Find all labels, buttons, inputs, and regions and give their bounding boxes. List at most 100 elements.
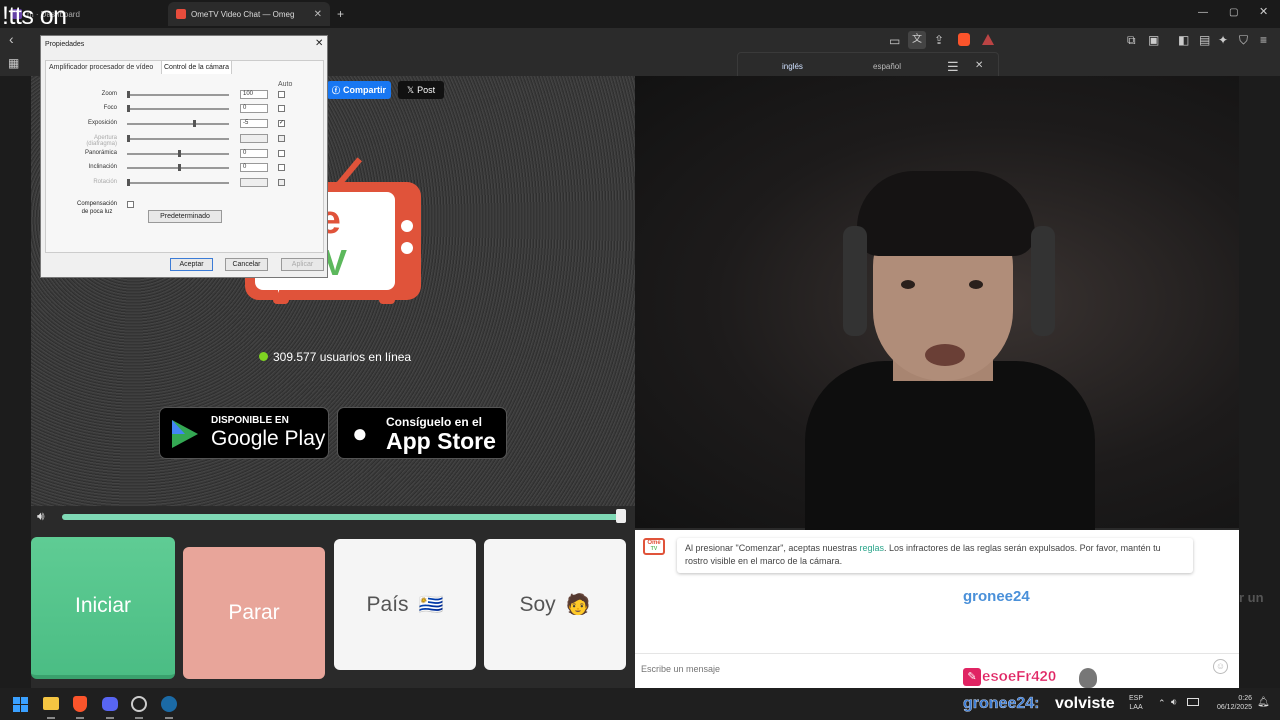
clock[interactable]: 0:26 06/12/2025 — [1208, 694, 1252, 712]
auto-checkbox[interactable] — [278, 91, 285, 98]
country-button[interactable]: País 🇺🇾 — [334, 539, 476, 670]
cancel-button[interactable]: Cancelar — [225, 258, 268, 271]
wallet-icon[interactable]: ▤ — [1199, 33, 1210, 47]
auto-checkbox[interactable] — [278, 105, 285, 112]
gender-button[interactable]: Soy 🧑 — [484, 539, 626, 670]
steam-icon[interactable] — [161, 696, 177, 712]
menu-icon[interactable]: ≡ — [1260, 33, 1267, 47]
slider-value-input[interactable]: 100 — [240, 90, 268, 99]
running-indicator — [47, 717, 55, 719]
slider-track[interactable] — [127, 105, 229, 112]
lowlight-checkbox[interactable] — [127, 201, 134, 208]
tab-icon[interactable]: ▣ — [1148, 33, 1159, 47]
stop-button[interactable]: Parar — [183, 547, 325, 679]
country-label: País — [366, 592, 409, 616]
vpn-icon[interactable]: ⛉ — [1239, 33, 1248, 47]
close-tab-icon[interactable]: ✕ — [314, 9, 322, 20]
volume-thumb[interactable] — [616, 509, 626, 523]
x-icon: 𝕏 — [406, 84, 415, 95]
headphone-left — [843, 226, 867, 336]
extensions-icon[interactable]: ⧉ — [1127, 33, 1136, 47]
camera-properties-dialog: Propiedades ✕ Amplificador procesador de… — [40, 35, 328, 278]
lang-top: ESP — [1129, 695, 1144, 702]
running-indicator — [165, 717, 173, 719]
message-input[interactable] — [641, 660, 1201, 678]
slider-thumb[interactable] — [127, 91, 130, 98]
leo-ai-icon[interactable]: ✦ — [1218, 33, 1228, 47]
maximize-button[interactable]: ▢ — [1229, 6, 1238, 20]
cast-icon[interactable]: ▭ — [889, 34, 900, 48]
brave-rewards-icon[interactable] — [982, 34, 994, 45]
slider-thumb[interactable] — [178, 150, 181, 157]
share-icon[interactable]: ⇪ — [934, 33, 944, 47]
discord-icon[interactable] — [102, 697, 118, 711]
tv-leg — [273, 296, 289, 304]
minimize-button[interactable]: — — [1198, 6, 1208, 20]
emoji-icon[interactable]: ☺ — [1213, 659, 1228, 674]
stop-label: Parar — [228, 601, 280, 624]
google-play-big: Google Play — [211, 427, 326, 450]
app-store-badge[interactable]: ● Consíguelo en el App Store — [337, 407, 507, 459]
running-indicator — [106, 717, 114, 719]
slider-value-input — [240, 134, 268, 143]
start-button[interactable]: Iniciar — [31, 537, 175, 679]
ok-button[interactable]: Aceptar — [170, 258, 213, 271]
slider-thumb[interactable] — [178, 164, 181, 171]
slider-track[interactable] — [127, 120, 229, 127]
sidebar-grid-icon[interactable]: ▦ — [8, 56, 19, 70]
auto-checkbox[interactable] — [278, 164, 285, 171]
google-play-badge[interactable]: DISPONIBLE EN Google Play — [159, 407, 329, 459]
default-button[interactable]: Predeterminado — [148, 210, 222, 223]
obs-icon[interactable] — [131, 696, 147, 712]
apply-button[interactable]: Aplicar — [281, 258, 324, 271]
dialog-close-icon[interactable]: ✕ — [315, 38, 323, 49]
input-language[interactable]: ESP LAA — [1129, 694, 1143, 712]
stream-tts-overlay: !tts on — [2, 2, 67, 30]
translate-source-lang[interactable]: inglés — [782, 62, 803, 71]
online-users-count: 309.577 usuarios en línea — [273, 350, 412, 364]
auto-checkbox — [278, 179, 285, 186]
rules-link[interactable]: reglas — [859, 543, 884, 553]
auto-checkbox[interactable] — [278, 150, 285, 157]
tab-camera-control[interactable]: Control de la cámara — [161, 60, 232, 74]
volume-icon[interactable]: 🔉︎ — [1171, 697, 1177, 708]
brave-browser-icon[interactable] — [73, 696, 87, 712]
file-explorer-icon[interactable] — [43, 697, 59, 710]
self-camera-feed — [635, 76, 1239, 531]
slider-value-input[interactable]: 0 — [240, 149, 268, 158]
back-icon[interactable]: ‹ — [9, 32, 14, 46]
chevron-up-icon[interactable]: ⌃ — [1158, 698, 1166, 709]
slider-track[interactable] — [127, 91, 229, 98]
battery-icon[interactable] — [1187, 698, 1199, 706]
slider-track[interactable] — [127, 150, 229, 157]
slider-value-input[interactable]: -5 — [240, 119, 268, 128]
slider-value-input[interactable]: 0 — [240, 163, 268, 172]
translate-options-icon[interactable]: ☰ — [947, 59, 959, 75]
volume-fill — [62, 514, 622, 520]
windows-start-icon[interactable] — [13, 697, 28, 712]
translate-target-lang[interactable]: español — [873, 62, 901, 71]
volume-track[interactable] — [62, 514, 622, 520]
facebook-icon: ⓕ — [331, 85, 340, 95]
slider-thumb[interactable] — [127, 105, 130, 112]
auto-checkbox[interactable]: ✓ — [278, 120, 285, 127]
tab-ometv[interactable]: OmeTV Video Chat — Omeg ✕ — [168, 2, 330, 26]
slider-value-input — [240, 178, 268, 187]
running-indicator — [135, 717, 143, 719]
slider-track[interactable] — [127, 164, 229, 171]
translate-icon[interactable]: 文 — [908, 31, 926, 49]
x-post-button[interactable]: 𝕏 Post — [398, 81, 444, 99]
new-tab-button[interactable]: + — [337, 7, 344, 21]
close-window-button[interactable]: ✕ — [1259, 5, 1268, 19]
notification-bell-icon[interactable]: 🔔︎ — [1257, 697, 1270, 708]
speaker-icon[interactable]: 🔊︎ — [37, 509, 45, 524]
sidebar-toggle-icon[interactable]: ◧ — [1178, 33, 1189, 47]
brave-shield-icon[interactable] — [958, 33, 970, 46]
tab-video-amplifier[interactable]: Amplificador procesador de vídeo — [49, 64, 153, 71]
translate-close-icon[interactable]: ✕ — [975, 60, 983, 71]
slider-thumb[interactable] — [193, 120, 197, 127]
lang-bottom: LAA — [1129, 704, 1143, 711]
facebook-share-button[interactable]: ⓕ Compartir — [327, 81, 391, 99]
slider-value-input[interactable]: 0 — [240, 104, 268, 113]
running-indicator — [76, 717, 84, 719]
